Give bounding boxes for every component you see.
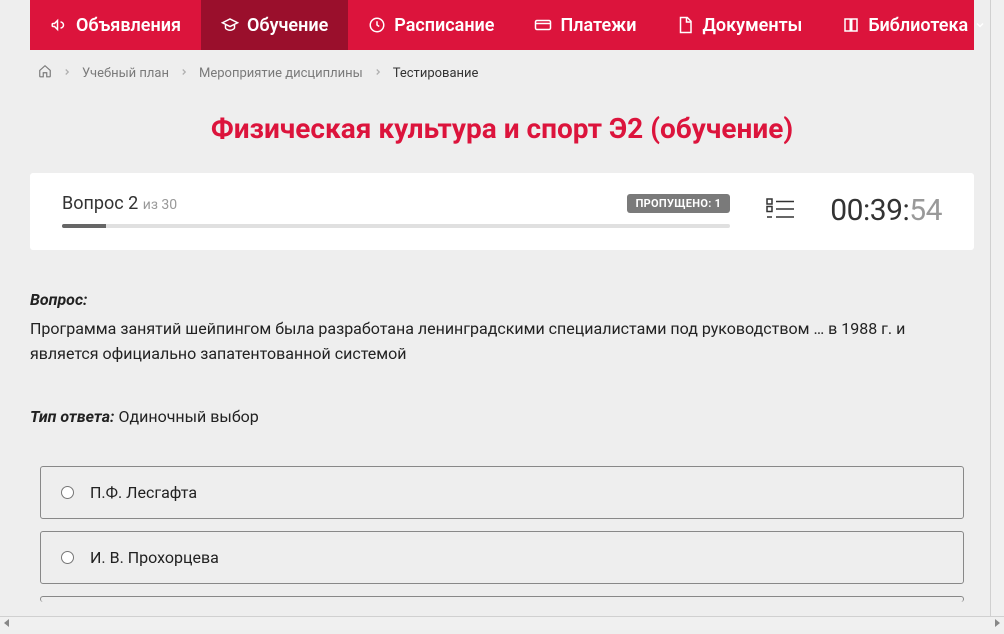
nav-item-library[interactable]: Библиотека (822, 0, 1004, 50)
answer-option[interactable] (40, 596, 964, 602)
document-icon (676, 16, 694, 34)
timer: 00:39:54 (830, 193, 942, 228)
horizontal-scrollbar[interactable] (0, 616, 1004, 630)
answer-option[interactable]: И. В. Прохорцева (40, 531, 964, 584)
nav-item-announcements[interactable]: Объявления (30, 0, 201, 50)
card-icon (534, 16, 552, 34)
nav-item-schedule[interactable]: Расписание (348, 0, 514, 50)
question-number: Вопрос 2 из 30 (62, 193, 177, 214)
list-icon (766, 198, 794, 220)
nav-item-learning[interactable]: Обучение (201, 0, 348, 50)
chevron-right-icon (179, 66, 189, 81)
clock-icon (368, 16, 386, 34)
vertical-scrollbar[interactable] (990, 0, 1004, 616)
nav-item-documents[interactable]: Документы (656, 0, 822, 50)
top-nav: Объявления Обучение Расписание Платежи Д… (30, 0, 974, 50)
question-label: Вопрос: (30, 290, 974, 309)
page-title: Физическая культура и спорт Э2 (обучение… (0, 112, 1004, 145)
nav-label: Документы (702, 15, 802, 36)
answer-text: П.Ф. Лесгафта (90, 483, 197, 502)
megaphone-icon (50, 16, 68, 34)
options-list: П.Ф. Лесгафта И. В. Прохорцева (30, 466, 974, 634)
answer-text: И. В. Прохорцева (90, 548, 219, 567)
question-text: Программа занятий шейпингом была разрабо… (30, 317, 974, 367)
question-header-card: Вопрос 2 из 30 ПРОПУЩЕНО: 1 00:39:54 (30, 173, 974, 250)
nav-label: Расписание (394, 15, 494, 36)
breadcrumb-link[interactable]: Учебный план (82, 66, 169, 81)
chevron-right-icon (62, 66, 72, 81)
question-body: Вопрос: Программа занятий шейпингом была… (0, 290, 1004, 634)
home-icon[interactable] (38, 64, 52, 82)
answer-type: Тип ответа: Одиночный выбор (30, 407, 974, 426)
nav-label: Платежи (560, 15, 636, 36)
answer-option[interactable]: П.Ф. Лесгафта (40, 466, 964, 519)
nav-label: Библиотека (868, 15, 968, 36)
nav-item-payments[interactable]: Платежи (514, 0, 656, 50)
skipped-badge: ПРОПУЩЕНО: 1 (627, 194, 731, 213)
nav-label: Обучение (247, 15, 328, 36)
progress-bar (62, 224, 730, 228)
book-icon (842, 16, 860, 34)
question-list-button[interactable] (730, 198, 830, 224)
answer-radio[interactable] (61, 486, 74, 499)
chevron-right-icon (373, 66, 383, 81)
nav-label: Объявления (76, 15, 181, 36)
chevron-down-icon (974, 15, 986, 36)
grad-cap-icon (221, 16, 239, 34)
answer-radio[interactable] (61, 551, 74, 564)
question-progress-block: Вопрос 2 из 30 ПРОПУЩЕНО: 1 (62, 193, 730, 228)
breadcrumb-current: Тестирование (393, 66, 479, 81)
breadcrumb-link[interactable]: Мероприятие дисциплины (199, 66, 363, 81)
progress-fill (62, 224, 106, 228)
breadcrumb: Учебный план Мероприятие дисциплины Тест… (0, 50, 1004, 92)
